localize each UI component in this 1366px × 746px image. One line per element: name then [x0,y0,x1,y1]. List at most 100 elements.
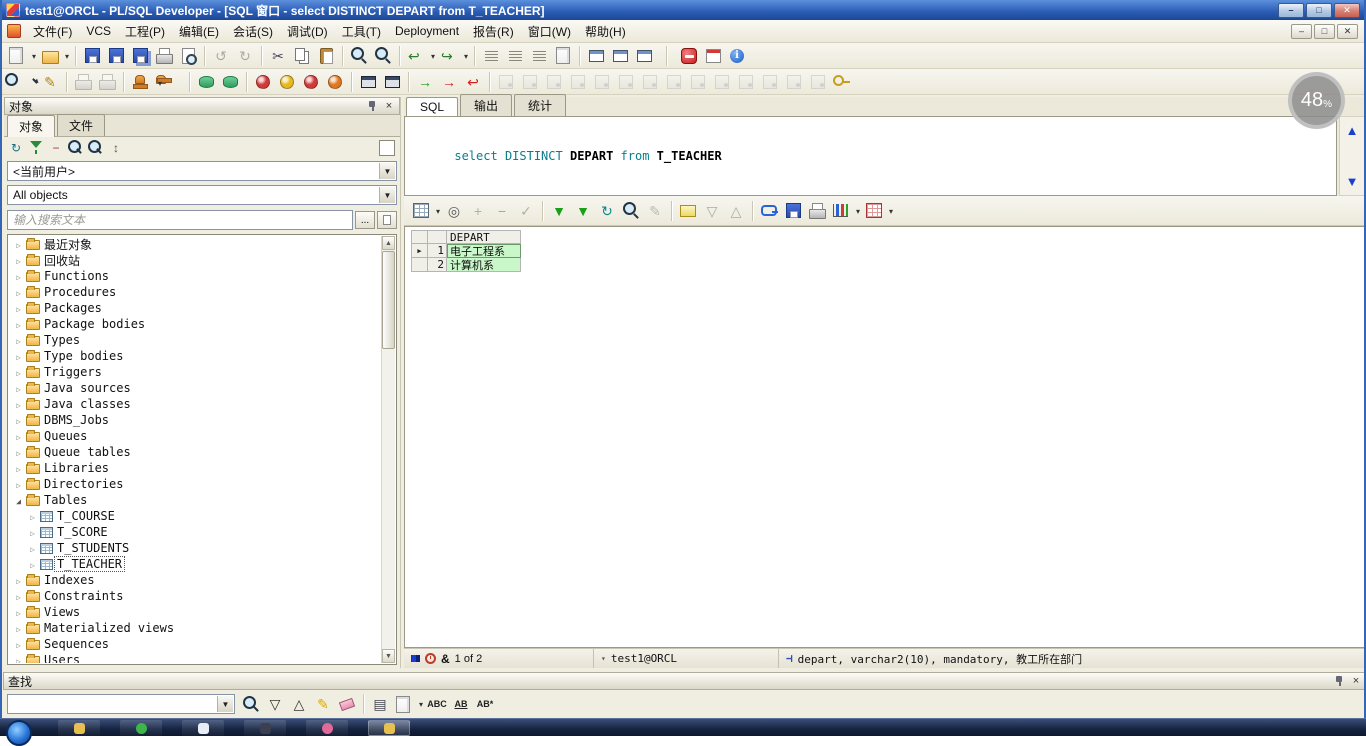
save-results-button[interactable] [782,200,804,222]
import-tables-button[interactable] [219,71,241,93]
expand-icon[interactable] [13,317,24,331]
find-button[interactable] [348,45,370,67]
menu-item[interactable]: 窗口(W) [521,20,578,43]
commit-button[interactable] [252,71,274,93]
chevron-down-icon[interactable]: ▾ [601,654,606,663]
tree-item-libraries[interactable]: Libraries [9,460,380,476]
expand-icon[interactable] [13,461,24,475]
linked-query-button[interactable] [758,200,780,222]
minimize-button[interactable]: – [1278,2,1304,18]
undo-button[interactable]: ↺ [210,45,232,67]
save-as-button[interactable] [105,45,127,67]
search-options-button[interactable] [377,211,397,229]
new-document-button[interactable] [6,45,37,67]
indent-button[interactable] [480,45,502,67]
find-object-button[interactable] [67,139,85,157]
tree-item-queues[interactable]: Queues [9,428,380,444]
tree-item-recycle-bin[interactable]: 回收站 [9,252,380,268]
session-action-button[interactable] [687,71,709,93]
redo-button[interactable]: ↻ [234,45,256,67]
pin-icon[interactable] [1333,675,1345,687]
find-previous-button[interactable]: △ [288,693,310,715]
license-key-button[interactable] [831,71,853,93]
arrange-windows-button[interactable] [633,45,655,67]
tree-scrollbar[interactable]: ▲ ▼ [381,236,395,663]
tree-item-materialized-views[interactable]: Materialized views [9,620,380,636]
menu-item[interactable]: 会话(S) [226,20,280,43]
tree-item-packages[interactable]: Packages [9,300,380,316]
save-button[interactable] [81,45,103,67]
window-list-button[interactable] [357,71,379,93]
paste-button[interactable] [315,45,337,67]
tree-item-dbms-jobs[interactable]: DBMS_Jobs [9,412,380,428]
expand-icon[interactable] [13,573,24,587]
report-window-button[interactable] [96,71,118,93]
sort-descending-button[interactable]: ▽ [701,200,723,222]
expand-icon[interactable] [13,429,24,443]
expand-icon[interactable] [13,333,24,347]
session-action-button[interactable] [663,71,685,93]
command-window-button[interactable] [72,71,94,93]
session-action-button[interactable] [807,71,829,93]
expand-icon[interactable] [13,301,24,315]
menu-item[interactable]: 工程(P) [118,20,172,43]
expand-icon[interactable] [13,237,24,251]
taskbar-app[interactable] [182,720,224,736]
tree-item-triggers[interactable]: Triggers [9,364,380,380]
sql-editor[interactable]: select DISTINCT DEPART from T_TEACHER [404,116,1337,196]
session-action-button[interactable] [591,71,613,93]
kill-session-button[interactable] [324,71,346,93]
dockable-windows-button[interactable] [381,71,403,93]
previous-edit-button[interactable]: ↩ [405,45,436,67]
session-action-button[interactable] [711,71,733,93]
mdi-minimize-button[interactable]: – [1291,23,1312,39]
object-filter-select[interactable]: All objects ▼ [7,185,397,205]
saved-layout-button[interactable] [379,140,395,156]
cascade-windows-button[interactable] [585,45,607,67]
tree-item-package-bodies[interactable]: Package bodies [9,316,380,332]
session-action-button[interactable] [783,71,805,93]
tree-item-queue-tables[interactable]: Queue tables [9,444,380,460]
execute-button[interactable]: → [414,71,436,93]
sort-button[interactable]: ↕ [107,139,125,157]
session-action-button[interactable] [543,71,565,93]
pin-icon[interactable] [366,100,378,112]
session-action-button[interactable] [735,71,757,93]
grid-corner-cell[interactable] [411,230,428,244]
expand-icon[interactable] [13,381,24,395]
copy-button[interactable] [291,45,313,67]
session-action-button[interactable] [567,71,589,93]
beautifier-button[interactable] [552,45,574,67]
expand-icon[interactable] [13,493,24,507]
browse-button[interactable]: ... [355,211,375,229]
menu-item[interactable]: 帮助(H) [578,20,633,43]
break-button[interactable] [300,71,322,93]
expand-icon[interactable] [13,637,24,651]
menu-item[interactable]: 调试(D) [280,20,335,43]
expand-icon[interactable] [13,621,24,635]
expand-icon[interactable] [27,509,38,523]
delete-record-button[interactable]: − [491,200,513,222]
session-action-button[interactable] [639,71,661,93]
insert-record-button[interactable]: + [467,200,489,222]
taskbar-app[interactable] [120,720,162,736]
tree-item-recent-objects[interactable]: 最近对象 [9,236,380,252]
about-button[interactable] [726,45,748,67]
expand-icon[interactable] [13,365,24,379]
save-all-button[interactable] [129,45,151,67]
menu-item[interactable]: 编辑(E) [172,20,226,43]
clock-icon[interactable] [425,653,436,664]
expand-icon[interactable] [27,525,38,539]
tree-item-indexes[interactable]: Indexes [9,572,380,588]
expand-icon[interactable] [13,269,24,283]
tab-statistics[interactable]: 统计 [514,94,567,116]
regex-button[interactable]: AB* [474,693,496,715]
tile-windows-button[interactable] [609,45,631,67]
expand-icon[interactable] [13,285,24,299]
close-icon[interactable]: × [1350,675,1362,687]
object-search-input[interactable] [7,210,353,230]
fetch-last-page-button[interactable]: ▼ [572,200,594,222]
grid-row[interactable]: 2 计算机系 [411,258,521,272]
tree-item-users[interactable]: Users [9,652,380,663]
unindent-button[interactable] [504,45,526,67]
